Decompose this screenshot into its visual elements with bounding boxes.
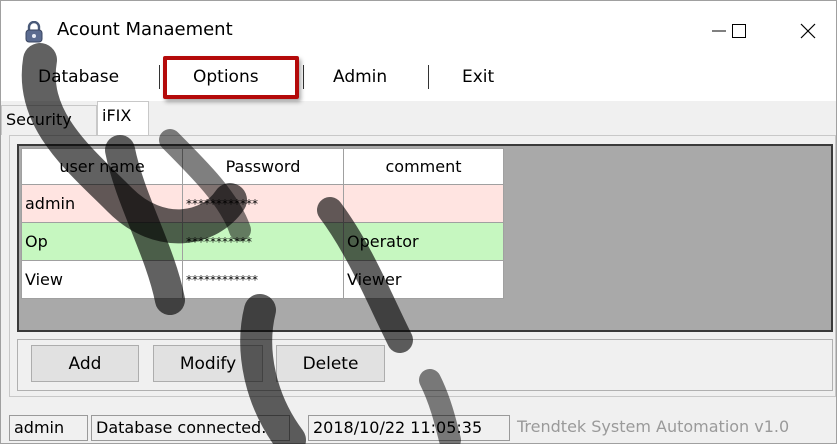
- add-button[interactable]: Add: [31, 345, 139, 382]
- status-user: admin: [9, 415, 88, 441]
- cell-user-name[interactable]: Op: [21, 222, 183, 261]
- cell-user-name[interactable]: admin: [21, 184, 183, 223]
- button-group: [17, 339, 833, 391]
- cell-user-name[interactable]: View: [21, 260, 183, 299]
- status-product: Trendtek System Automation v1.0: [517, 417, 790, 436]
- maximize-icon: [732, 24, 746, 38]
- cell-comment[interactable]: Operator: [343, 222, 504, 261]
- account-management-window: Acount Manaement Database Options Admin …: [0, 0, 837, 444]
- cell-comment[interactable]: Viewer: [343, 260, 504, 299]
- menu-separator: [428, 65, 429, 89]
- tab-ifix[interactable]: iFIX: [97, 101, 149, 135]
- close-icon: [800, 23, 816, 39]
- column-header-password[interactable]: Password: [182, 148, 344, 185]
- cell-password[interactable]: ************: [182, 184, 344, 223]
- cell-password[interactable]: ***********: [182, 222, 344, 261]
- column-header-user-name[interactable]: user name: [21, 148, 183, 185]
- status-bar: admin Database connected. 2018/10/22 11:…: [1, 409, 836, 443]
- table-header-row: user name Password comment: [21, 148, 504, 185]
- delete-button[interactable]: Delete: [276, 345, 385, 382]
- close-button[interactable]: [783, 11, 833, 51]
- menu-separator: [303, 65, 304, 89]
- table-row[interactable]: admin ************: [21, 184, 504, 223]
- window-title: Acount Manaement: [57, 19, 233, 40]
- tab-strip: Security iFIX: [1, 101, 836, 135]
- tab-security[interactable]: Security: [1, 105, 97, 135]
- title-bar: Acount Manaement: [1, 1, 836, 55]
- options-highlight-box: [163, 56, 299, 99]
- column-header-comment[interactable]: comment: [343, 148, 504, 185]
- user-table: user name Password comment admin *******…: [21, 148, 504, 299]
- menu-bar: Database Options Admin Exit: [1, 55, 836, 101]
- table-row[interactable]: Op *********** Operator: [21, 222, 504, 261]
- status-database: Database connected.: [91, 415, 290, 441]
- menu-admin[interactable]: Admin: [333, 67, 387, 87]
- user-grid: user name Password comment admin *******…: [17, 144, 833, 332]
- menu-exit[interactable]: Exit: [462, 67, 494, 87]
- table-row[interactable]: View ************ Viewer: [21, 260, 504, 299]
- cell-comment[interactable]: [343, 184, 504, 223]
- modify-button[interactable]: Modify: [153, 345, 263, 382]
- status-datetime: 2018/10/22 11:05:35: [308, 415, 510, 441]
- menu-separator: [159, 65, 160, 89]
- menu-database[interactable]: Database: [38, 67, 119, 87]
- cell-password[interactable]: ************: [182, 260, 344, 299]
- maximize-button[interactable]: [714, 11, 764, 51]
- padlock-icon: [25, 21, 43, 43]
